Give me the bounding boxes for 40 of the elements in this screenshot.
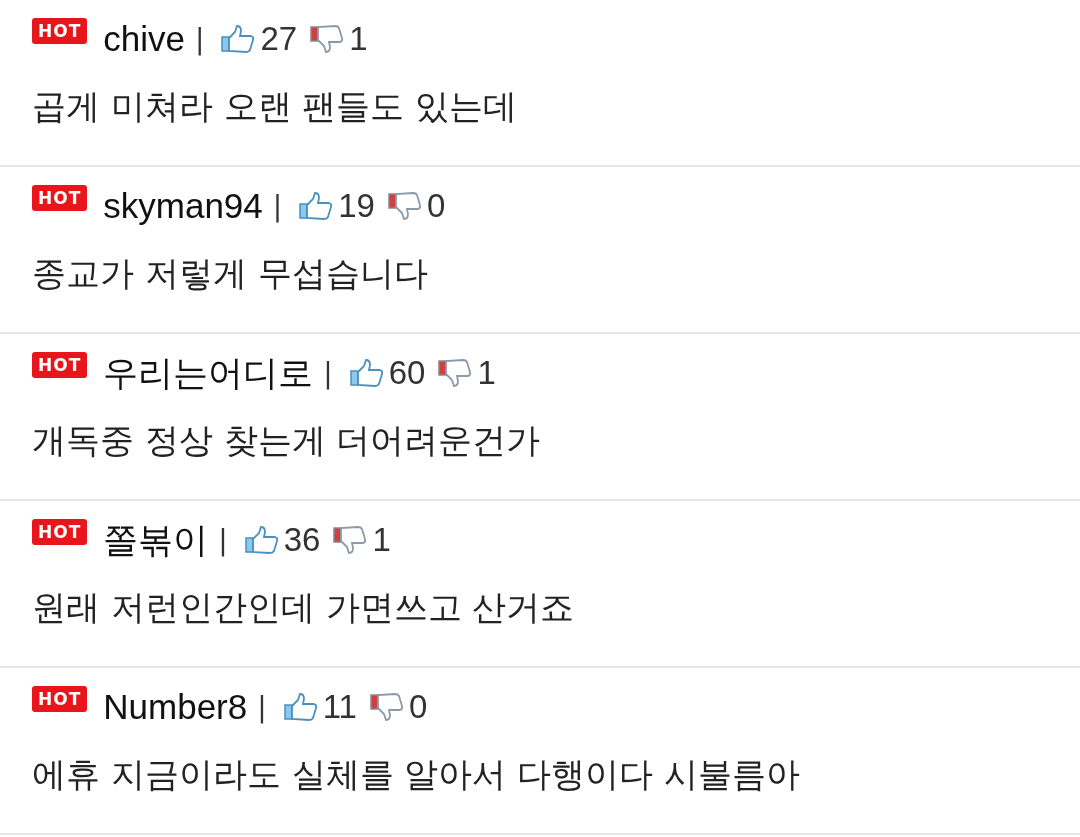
thumbs-up-icon[interactable] <box>220 24 257 54</box>
thumbs-down-icon[interactable] <box>332 525 369 555</box>
hot-badge: HOT <box>32 519 88 545</box>
author-name[interactable]: chive <box>103 19 185 59</box>
like-count: 36 <box>283 521 321 559</box>
dislike-count: 1 <box>477 354 496 392</box>
thumbs-down-icon[interactable] <box>309 24 346 54</box>
hot-badge: HOT <box>32 185 88 211</box>
comment-text: 종교가 저렇게 무섭습니다 <box>32 252 429 295</box>
hot-badge: HOT <box>32 352 88 378</box>
comment-text: 원래 저런인간인데 가면쓰고 산거죠 <box>32 586 576 629</box>
comment-text: 곱게 미쳐라 오랜 팬들도 있는데 <box>32 85 519 128</box>
thumbs-up-icon[interactable] <box>298 191 335 221</box>
separator: | <box>218 523 228 557</box>
dislike-count: 1 <box>372 521 391 559</box>
author-name[interactable]: skyman94 <box>103 186 263 226</box>
like-count: 60 <box>388 354 426 392</box>
thumbs-up-icon[interactable] <box>348 358 385 388</box>
like-count: 19 <box>338 187 375 225</box>
thumbs-down-icon[interactable] <box>437 358 474 388</box>
like-count: 27 <box>260 20 298 58</box>
comment-text: 에휴 지금이라도 실체를 알아서 다행이다 시불름아 <box>32 753 802 796</box>
author-name[interactable]: Number8 <box>103 687 248 727</box>
separator: | <box>195 22 205 56</box>
thumbs-up-icon[interactable] <box>243 525 280 555</box>
thumbs-down-icon[interactable] <box>368 692 405 722</box>
dislike-count: 0 <box>408 688 428 726</box>
separator: | <box>257 690 267 724</box>
author-name[interactable]: 쫄볶이 <box>103 516 209 564</box>
comment-text: 개독중 정상 찾는게 더어려운건가 <box>32 419 542 462</box>
thumbs-down-icon[interactable] <box>386 191 423 221</box>
dislike-count: 1 <box>349 20 368 58</box>
thumbs-up-icon[interactable] <box>282 692 319 722</box>
separator: | <box>272 189 283 223</box>
dislike-count: 0 <box>426 187 446 225</box>
author-name[interactable]: 우리는어디로 <box>103 349 314 397</box>
hot-badge: HOT <box>32 18 88 44</box>
separator: | <box>323 356 333 390</box>
hot-badge: HOT <box>32 686 88 712</box>
like-count: 11 <box>322 688 357 726</box>
